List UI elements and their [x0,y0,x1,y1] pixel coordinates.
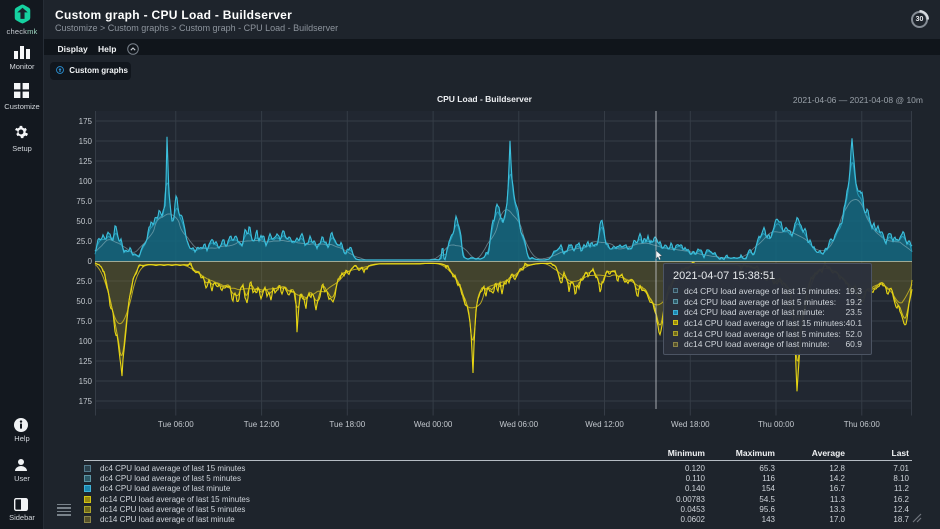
svg-text:150: 150 [79,377,93,386]
svg-text:Wed 18:00: Wed 18:00 [671,420,710,429]
svg-text:50.0: 50.0 [76,297,92,306]
svg-text:50.0: 50.0 [76,217,92,226]
svg-text:Wed 12:00: Wed 12:00 [585,420,624,429]
svg-text:Thu 00:00: Thu 00:00 [758,420,795,429]
svg-text:Tue 06:00: Tue 06:00 [158,420,194,429]
svg-text:100: 100 [79,337,93,346]
svg-text:Tue 18:00: Tue 18:00 [329,420,365,429]
svg-text:125: 125 [79,157,93,166]
svg-text:Tue 12:00: Tue 12:00 [244,420,280,429]
svg-text:175: 175 [79,397,93,406]
svg-text:175: 175 [79,117,93,126]
svg-text:25.0: 25.0 [76,237,92,246]
svg-text:Wed 06:00: Wed 06:00 [500,420,539,429]
svg-text:150: 150 [79,137,93,146]
svg-text:100: 100 [79,177,93,186]
svg-text:25.0: 25.0 [76,277,92,286]
svg-text:75.0: 75.0 [76,317,92,326]
svg-text:125: 125 [79,357,93,366]
svg-text:Thu 06:00: Thu 06:00 [844,420,881,429]
svg-text:Wed 00:00: Wed 00:00 [414,420,453,429]
svg-text:75.0: 75.0 [76,197,92,206]
svg-text:0: 0 [88,257,93,266]
